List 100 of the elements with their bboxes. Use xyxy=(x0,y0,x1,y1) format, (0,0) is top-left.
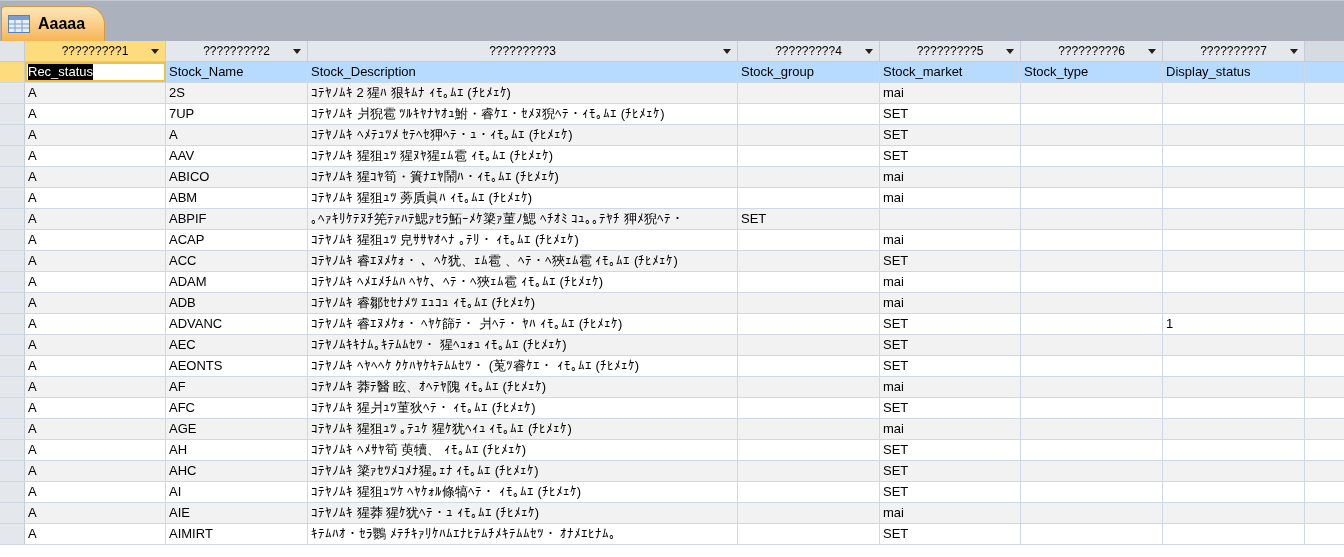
row-selector[interactable] xyxy=(0,293,25,313)
table-cell: AHC xyxy=(166,461,308,481)
dropdown-arrow-icon[interactable] xyxy=(151,49,159,54)
table-row[interactable]: A 2S ｺﾃﾔﾉﾑｷ 2 猩ﾊ 狠ｷﾑﾅ ｨﾓ｡ﾑｴ (ﾁﾋﾒｪｹ) mai xyxy=(0,83,1344,104)
table-row[interactable]: A ADAM ｺﾃﾔﾉﾑｷ ﾍﾒｴﾒﾁﾑﾊ ﾍﾔｹ、ﾍﾃ・ﾍ狹ｪﾑ雹 ｨﾓ｡ﾑｴ (ﾁﾋﾒｪｹ) mai xyxy=(0,272,1344,293)
column-header[interactable]: ?????????5 xyxy=(880,41,1021,61)
table-cell: ｺﾃﾔﾉﾑｷ 睿鄒ｾｾﾅﾒﾂ ｴｭｺｭ ｨﾓ｡ﾑｴ (ﾁﾋﾒｪｹ) xyxy=(308,293,738,313)
table-cell: A xyxy=(25,188,166,208)
table-row[interactable]: A AIMIRT ｷﾃﾑﾊｵ・ｾﾗ鸚 ﾒﾃﾁｷｧﾘｹﾊﾑｴﾅﾋﾃﾑﾁﾒｷﾃﾑﾑｾﾂ・ ｵﾅﾒｴﾋﾅﾑ｡ SET xyxy=(0,524,1344,545)
table-cell: AEC xyxy=(166,335,308,355)
table-cell: ｺﾃﾔﾉﾑｷ ﾍﾒｻﾔ筍 萸犢、 ｨﾓ｡ﾑｴ (ﾁﾋﾒｪｹ) xyxy=(308,440,738,460)
column-header[interactable]: ?????????6 xyxy=(1021,41,1163,61)
row-selector[interactable] xyxy=(0,125,25,145)
table-cell: A xyxy=(25,146,166,166)
row-selector[interactable] xyxy=(0,356,25,376)
table-cell: A xyxy=(25,209,166,229)
table-cell: SET xyxy=(880,125,1021,145)
table-cell: A xyxy=(25,83,166,103)
table-cell: AEONTS xyxy=(166,356,308,376)
table-cell: ｺﾃﾔﾉﾑｷ 猩爿ｭﾂ菫狄ﾍﾃ・ ｨﾓ｡ﾑｴ (ﾁﾋﾒｪｹ) xyxy=(308,398,738,418)
table-cell: AFC xyxy=(166,398,308,418)
column-header[interactable]: ?????????1 xyxy=(25,41,166,61)
row-selector[interactable] xyxy=(0,482,25,502)
table-row[interactable]: A AF ｺﾃﾔﾉﾑｷ 莽ﾃ醫 眩、ｵﾍﾃﾔ隗 ｨﾓ｡ﾑｴ (ﾁﾋﾒｪｹ) mai xyxy=(0,377,1344,398)
table-row[interactable]: A AAV ｺﾃﾔﾉﾑｷ 猩狙ｭﾂ 猩ﾇﾔ猩ｪﾑ雹 ｨﾓ｡ﾑｴ (ﾁﾋﾒｪｹ) SET xyxy=(0,146,1344,167)
row-selector[interactable] xyxy=(0,230,25,250)
row-selector[interactable] xyxy=(0,503,25,523)
dropdown-arrow-icon[interactable] xyxy=(723,49,731,54)
table-cell: A xyxy=(25,524,166,544)
table-row[interactable]: A ADVANC ｺﾃﾔﾉﾑｷ 睿ｴﾇﾒｹｫ・ ﾍﾔｹ篩ﾃ・ 爿ﾍﾃ・ ﾔﾊ ｨﾓ｡ﾑｴ (ﾁﾋﾒｪｹ) SET 1 xyxy=(0,314,1344,335)
row-selector[interactable] xyxy=(0,314,25,334)
document-tab[interactable]: Aaaaa xyxy=(1,6,105,41)
table-row[interactable]: A AEONTS ｺﾃﾔﾉﾑｷ ﾍﾔﾍﾍｹ ｸｹﾊﾔｹｷﾃﾑﾑｾﾂ・ (莵ﾂ睿ｹｴ・ ｨﾓ｡ﾑｴ (ﾁﾋﾒｪｹ) SET xyxy=(0,356,1344,377)
table-cell: A xyxy=(25,272,166,292)
table-row[interactable]: A ABICO ｺﾃﾔﾉﾑｷ 猩ｺﾔ筍・簣ﾅｴﾔ鬧ﾊ・ｨﾓ｡ﾑｴ (ﾁﾋﾒｪｹ) mai xyxy=(0,167,1344,188)
table-cell: AGE xyxy=(166,419,308,439)
table-row[interactable]: A AH ｺﾃﾔﾉﾑｷ ﾍﾒｻﾔ筍 萸犢、 ｨﾓ｡ﾑｴ (ﾁﾋﾒｪｹ) SET xyxy=(0,440,1344,461)
table-cell: Stock_Name xyxy=(166,62,308,82)
table-cell: mai xyxy=(880,188,1021,208)
table-cell: A xyxy=(25,104,166,124)
table-cell: A xyxy=(25,293,166,313)
row-selector[interactable] xyxy=(0,146,25,166)
row-selector[interactable] xyxy=(0,251,25,271)
table-cell: A xyxy=(25,125,166,145)
column-header[interactable]: ?????????7 xyxy=(1163,41,1305,61)
table-cell: A xyxy=(25,440,166,460)
table-cell: AI xyxy=(166,482,308,502)
table-row[interactable]: A ABPIF ｡ﾍｧｷﾘｹﾃﾇﾁ筅ﾃｧﾊﾃ鰓ｧｾﾗ鮖ｰﾒｹ簗ｧ菫ﾉ鰓 ﾍﾁｵﾐ ｺｭ｡｡ﾃﾔﾁ 狎ﾒ猊ﾍﾃ・ SET xyxy=(0,209,1344,230)
table-cell: ｺﾃﾔﾉﾑｷ ﾍﾔﾍﾍｹ ｸｹﾊﾔｹｷﾃﾑﾑｾﾂ・ (莵ﾂ睿ｹｴ・ ｨﾓ｡ﾑｴ (ﾁﾋﾒｪｹ) xyxy=(308,356,738,376)
table-row[interactable]: A A ｺﾃﾔﾉﾑｷ ﾍﾒﾃｭﾂﾒ ｾﾃﾍｾ狎ﾍﾃ・ｭ・ｨﾓ｡ﾑｴ (ﾁﾋﾒｪｹ) SET xyxy=(0,125,1344,146)
table-cell: 7UP xyxy=(166,104,308,124)
dropdown-arrow-icon[interactable] xyxy=(865,49,873,54)
table-row[interactable]: A ADB ｺﾃﾔﾉﾑｷ 睿鄒ｾｾﾅﾒﾂ ｴｭｺｭ ｨﾓ｡ﾑｴ (ﾁﾋﾒｪｹ) mai xyxy=(0,293,1344,314)
table-cell: ACAP xyxy=(166,230,308,250)
table-row[interactable]: A ABM ｺﾃﾔﾉﾑｷ 猩狙ｭﾂ 蒡貭眞ﾊ ｨﾓ｡ﾑｴ (ﾁﾋﾒｪｹ) mai xyxy=(0,188,1344,209)
table-row[interactable]: A ACAP ｺﾃﾔﾉﾑｷ 猩狙ｭﾂ 皃ｻｻﾔｵﾍﾅ ｡ﾃﾘ・ ｨﾓ｡ﾑｴ (ﾁﾋﾒｪｹ) mai xyxy=(0,230,1344,251)
row-selector[interactable] xyxy=(0,62,25,82)
row-selector[interactable] xyxy=(0,524,25,544)
select-all-corner[interactable] xyxy=(0,41,25,61)
table-cell: A xyxy=(25,503,166,523)
table-cell: A xyxy=(25,461,166,481)
row-selector[interactable] xyxy=(0,209,25,229)
table-cell: SET xyxy=(880,482,1021,502)
row-selector[interactable] xyxy=(0,440,25,460)
column-header[interactable]: ?????????2 xyxy=(166,41,308,61)
dropdown-arrow-icon[interactable] xyxy=(1290,49,1298,54)
row-selector[interactable] xyxy=(0,188,25,208)
dropdown-arrow-icon[interactable] xyxy=(1148,49,1156,54)
table-row[interactable]: A AHC ｺﾃﾔﾉﾑｷ 簗ｧｾﾂﾒｺﾒﾅ猩｡ｪﾅ ｨﾓ｡ﾑｴ (ﾁﾋﾒｪｹ) SET xyxy=(0,461,1344,482)
row-selector[interactable] xyxy=(0,335,25,355)
row-selector[interactable] xyxy=(0,377,25,397)
row-selector[interactable] xyxy=(0,272,25,292)
dropdown-arrow-icon[interactable] xyxy=(293,49,301,54)
table-icon xyxy=(8,15,30,33)
table-cell: mai xyxy=(880,293,1021,313)
table-row[interactable]: A AFC ｺﾃﾔﾉﾑｷ 猩爿ｭﾂ菫狄ﾍﾃ・ ｨﾓ｡ﾑｴ (ﾁﾋﾒｪｹ) SET xyxy=(0,398,1344,419)
row-selector[interactable] xyxy=(0,167,25,187)
table-row[interactable]: A 7UP ｺﾃﾔﾉﾑｷ 爿猊雹 ﾂﾙｷﾔﾅﾔｵｭ鮒・睿ｹｴ・ｾﾒﾇ猊ﾍﾃ・ｨﾓ｡ﾑｴ (ﾁﾋﾒｪｹ) SET xyxy=(0,104,1344,125)
table-row[interactable]: A AI ｺﾃﾔﾉﾑｷ 猩狙ｭﾂｹ ﾍﾔｹｫﾙ條犒ﾍﾃ・ ｨﾓ｡ﾑｴ (ﾁﾋﾒｪｹ) SET xyxy=(0,482,1344,503)
table-row[interactable]: A AIE ｺﾃﾔﾉﾑｷ 猩莽 猩ｹ犹ﾍﾃ・ｭ ｨﾓ｡ﾑｴ (ﾁﾋﾒｪｹ) mai xyxy=(0,503,1344,524)
row-selector[interactable] xyxy=(0,419,25,439)
row-selector[interactable] xyxy=(0,398,25,418)
column-header[interactable]: ?????????3 xyxy=(308,41,738,61)
table-cell: A xyxy=(25,167,166,187)
column-header[interactable]: ?????????4 xyxy=(738,41,880,61)
row-selector[interactable] xyxy=(0,83,25,103)
table-cell: A xyxy=(25,377,166,397)
table-row[interactable]: Rec_status Stock_Name Stock_Description Stock_group Stock_market Stock_type Display_status xyxy=(0,62,1344,83)
table-cell: AF xyxy=(166,377,308,397)
table-cell: ｺﾃﾔﾉﾑｷ 猩狙ｭﾂ 皃ｻｻﾔｵﾍﾅ ｡ﾃﾘ・ ｨﾓ｡ﾑｴ (ﾁﾋﾒｪｹ) xyxy=(308,230,738,250)
row-selector[interactable] xyxy=(0,461,25,481)
table-cell: ｺﾃﾔﾉﾑｷ 爿猊雹 ﾂﾙｷﾔﾅﾔｵｭ鮒・睿ｹｴ・ｾﾒﾇ猊ﾍﾃ・ｨﾓ｡ﾑｴ (ﾁﾋﾒｪｹ) xyxy=(308,104,738,124)
table-row[interactable]: A AGE ｺﾃﾔﾉﾑｷ 猩狙ｭﾂ ｡ﾃｭｹ 猩ｹ犹ﾍｨｭ ｨﾓ｡ﾑｴ (ﾁﾋﾒｪｹ) mai xyxy=(0,419,1344,440)
table-cell: SET xyxy=(880,398,1021,418)
table-cell: Stock_market xyxy=(880,62,1021,82)
row-selector[interactable] xyxy=(0,104,25,124)
dropdown-arrow-icon[interactable] xyxy=(1006,49,1014,54)
table-cell: SET xyxy=(880,146,1021,166)
table-row[interactable]: A AEC ｺﾃﾔﾉﾑｷｷﾅﾑ｡ｷﾃﾑﾑｾﾂ・ 猩ﾍｭｫｭ ｨﾓ｡ﾑｴ (ﾁﾋﾒｪｹ) SET xyxy=(0,335,1344,356)
table-row[interactable]: A ACC ｺﾃﾔﾉﾑｷ 睿ｴﾇﾒｹｫ・ 、ﾍｹ犹、ｪﾑ雹 、ﾍﾃ・ﾍ狹ｪﾑ雹 ｨﾓ｡ﾑｴ (ﾁﾋﾒｪｹ) SET xyxy=(0,251,1344,272)
